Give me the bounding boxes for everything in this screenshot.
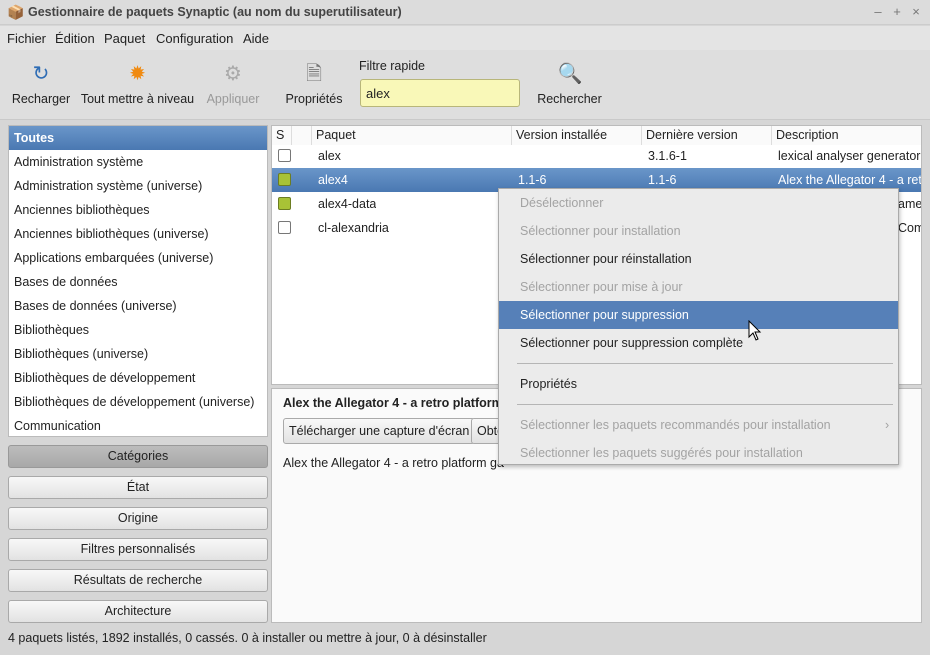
column-header-package[interactable]: Paquet bbox=[312, 126, 512, 145]
status-bar: 4 paquets listés, 1892 installés, 0 cass… bbox=[8, 631, 487, 645]
apply-label: Appliquer bbox=[206, 92, 260, 106]
column-header-latest-version[interactable]: Dernière version bbox=[642, 126, 772, 145]
package-description: ame bbox=[898, 197, 922, 211]
package-description: lexical analyser generator f bbox=[778, 149, 922, 163]
category-item[interactable]: Administration système (universe) bbox=[9, 174, 267, 198]
status-checkbox[interactable] bbox=[278, 149, 291, 162]
latest-version: 3.1.6-1 bbox=[648, 149, 687, 163]
category-item[interactable]: Bibliothèques de développement (universe… bbox=[9, 390, 267, 414]
category-item[interactable]: Toutes bbox=[9, 126, 267, 150]
apply-button[interactable]: ⚙ Appliquer bbox=[203, 62, 263, 106]
status-checkbox[interactable] bbox=[278, 173, 291, 186]
architecture-button[interactable]: Architecture bbox=[8, 600, 268, 623]
status-filter-button[interactable]: État bbox=[8, 476, 268, 499]
package-description: Com bbox=[898, 221, 922, 235]
gears-icon: ⚙ bbox=[224, 63, 242, 85]
category-item[interactable]: Administration système bbox=[9, 150, 267, 174]
properties-label: Propriétés bbox=[285, 92, 343, 106]
upgrade-star-icon: ✹ bbox=[129, 63, 146, 85]
menu-paquet[interactable]: Paquet bbox=[104, 31, 145, 46]
menu-item-mark-recommended[interactable]: Sélectionner les paquets recommandés pou… bbox=[499, 411, 898, 439]
package-name: cl-alexandria bbox=[318, 221, 389, 235]
download-screenshot-button[interactable]: Télécharger une capture d'écran bbox=[283, 418, 476, 444]
category-item[interactable]: Bases de données bbox=[9, 270, 267, 294]
table-row[interactable]: alex 3.1.6-1 lexical analyser generator … bbox=[272, 144, 922, 168]
menu-item-mark-install[interactable]: Sélectionner pour installation bbox=[499, 217, 898, 245]
document-properties-icon: 🗎 bbox=[305, 63, 323, 85]
menu-configuration[interactable]: Configuration bbox=[156, 31, 233, 46]
column-header-support[interactable] bbox=[292, 126, 312, 145]
menu-aide[interactable]: Aide bbox=[243, 31, 269, 46]
custom-filters-button[interactable]: Filtres personnalisés bbox=[8, 538, 268, 561]
reload-label: Recharger bbox=[11, 92, 71, 106]
package-name: alex4 bbox=[318, 173, 348, 187]
context-menu: Désélectionner Sélectionner pour install… bbox=[498, 188, 899, 465]
quick-filter-label: Filtre rapide bbox=[359, 59, 425, 73]
menu-bar: Fichier Édition Paquet Configuration Aid… bbox=[0, 26, 930, 50]
column-header-installed-version[interactable]: Version installée bbox=[512, 126, 642, 145]
status-checkbox[interactable] bbox=[278, 197, 291, 210]
category-item[interactable]: Bibliothèques bbox=[9, 318, 267, 342]
category-item[interactable]: Anciennes bibliothèques bbox=[9, 198, 267, 222]
window-title: Gestionnaire de paquets Synaptic (au nom… bbox=[28, 5, 402, 19]
detail-title: Alex the Allegator 4 - a retro platform bbox=[283, 396, 503, 410]
maximize-button[interactable]: + bbox=[889, 4, 905, 20]
category-item[interactable]: Bases de données (universe) bbox=[9, 294, 267, 318]
search-results-button[interactable]: Résultats de recherche bbox=[8, 569, 268, 592]
submenu-arrow-icon: › bbox=[885, 418, 890, 432]
status-checkbox[interactable] bbox=[278, 221, 291, 234]
menu-separator bbox=[517, 363, 893, 364]
package-name: alex4-data bbox=[318, 197, 377, 211]
search-button[interactable]: 🔍 Rechercher bbox=[537, 62, 602, 106]
menu-item-mark-complete-removal[interactable]: Sélectionner pour suppression complète bbox=[499, 329, 898, 357]
app-icon: 📦 bbox=[7, 4, 25, 20]
category-list[interactable]: Toutes Administration système Administra… bbox=[8, 125, 268, 437]
title-bar: 📦 Gestionnaire de paquets Synaptic (au n… bbox=[0, 0, 930, 25]
mouse-cursor-icon bbox=[748, 320, 762, 341]
categories-filter-button[interactable]: Catégories bbox=[8, 445, 268, 468]
menu-edition[interactable]: Édition bbox=[55, 31, 95, 46]
category-item[interactable]: Communication bbox=[9, 414, 267, 438]
menu-item-properties[interactable]: Propriétés bbox=[499, 370, 898, 398]
quick-filter-input[interactable]: alex bbox=[360, 79, 520, 107]
search-label: Rechercher bbox=[537, 92, 602, 106]
menu-item-label: Sélectionner les paquets recommandés pou… bbox=[520, 418, 831, 432]
detail-description: Alex the Allegator 4 - a retro platform … bbox=[283, 456, 504, 470]
menu-item-mark-reinstall[interactable]: Sélectionner pour réinstallation bbox=[499, 245, 898, 273]
close-button[interactable]: × bbox=[908, 4, 924, 20]
category-item[interactable]: Applications embarquées (universe) bbox=[9, 246, 267, 270]
menu-item-mark-removal[interactable]: Sélectionner pour suppression bbox=[499, 301, 898, 329]
upgrade-all-button[interactable]: ✹ Tout mettre à niveau bbox=[80, 62, 195, 106]
column-header-description[interactable]: Description bbox=[772, 126, 921, 145]
column-header-status[interactable]: S bbox=[272, 126, 292, 145]
menu-item-mark-suggested[interactable]: Sélectionner les paquets suggérés pour i… bbox=[499, 439, 898, 467]
menu-item-unmark[interactable]: Désélectionner bbox=[499, 189, 898, 217]
menu-separator bbox=[517, 404, 893, 405]
upgrade-all-label: Tout mettre à niveau bbox=[80, 92, 195, 106]
category-item[interactable]: Bibliothèques (universe) bbox=[9, 342, 267, 366]
properties-button[interactable]: 🗎 Propriétés bbox=[283, 62, 345, 106]
category-item[interactable]: Anciennes bibliothèques (universe) bbox=[9, 222, 267, 246]
origin-filter-button[interactable]: Origine bbox=[8, 507, 268, 530]
menu-fichier[interactable]: Fichier bbox=[7, 31, 46, 46]
minimize-button[interactable]: – bbox=[870, 4, 886, 20]
category-item[interactable]: Bibliothèques de développement bbox=[9, 366, 267, 390]
package-name: alex bbox=[318, 149, 341, 163]
search-icon: 🔍 bbox=[557, 63, 583, 85]
reload-icon: ↻ bbox=[32, 63, 50, 85]
reload-button[interactable]: ↻ Recharger bbox=[10, 62, 72, 106]
menu-item-mark-upgrade[interactable]: Sélectionner pour mise à jour bbox=[499, 273, 898, 301]
